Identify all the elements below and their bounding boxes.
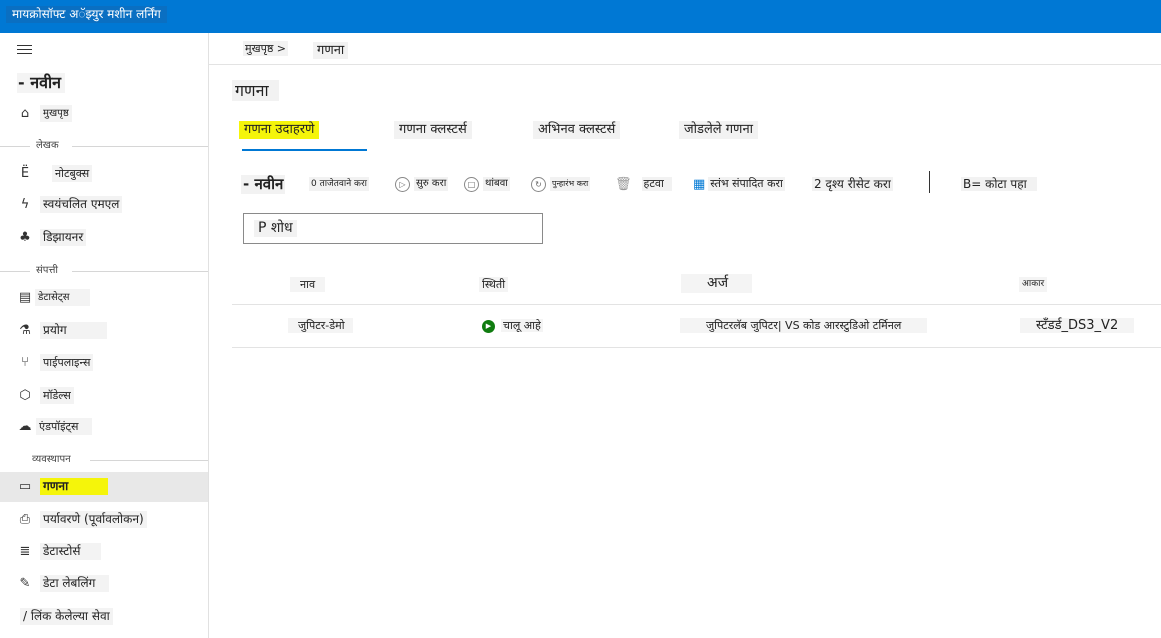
- running-status-icon: ▶: [482, 319, 495, 333]
- sidebar-item-label: मुखपृष्ठ: [40, 105, 72, 122]
- start-button[interactable]: ▷ सुरु करा: [395, 174, 449, 194]
- sidebar-item-label: स्वयंचलित एमएल: [40, 196, 123, 213]
- column-header-size[interactable]: आकार: [1019, 277, 1048, 292]
- trash-icon: 🗑: [615, 176, 632, 192]
- edit-columns-button[interactable]: ▦ स्तंभ संपादित करा: [693, 174, 785, 194]
- environment-icon: ⎙: [19, 512, 31, 527]
- new-button[interactable]: - नवीन: [17, 73, 66, 93]
- sidebar-item-label: मॉडेल्स: [40, 387, 74, 404]
- delete-button[interactable]: 🗑 हटवा: [615, 174, 672, 194]
- sidebar-item-label: / लिंक केलेल्या सेवा: [20, 608, 113, 625]
- pipeline-icon: ⑂: [21, 355, 29, 370]
- restart-icon: ↻: [531, 176, 546, 192]
- computer-icon: ▭: [18, 479, 32, 494]
- search-input[interactable]: P शोध: [243, 213, 543, 244]
- flask-icon: ⚗: [19, 323, 31, 338]
- cell-applications[interactable]: जुपिटरलॅब जुपिटर| VS कोड आरस्टुडिओ टर्मि…: [680, 318, 928, 333]
- tab-compute-instances[interactable]: गणना उदाहरणे: [239, 121, 320, 139]
- cell-name[interactable]: जुपिटर-डेमो: [288, 318, 353, 333]
- sidebar-item-compute[interactable]: ▭ गणना: [0, 472, 208, 502]
- breadcrumb: मुखपृष्ठ > गणना: [209, 33, 1161, 65]
- breadcrumb-current: गणना: [313, 42, 349, 59]
- column-header-applications[interactable]: अर्ज: [681, 274, 753, 293]
- sidebar-item-environments[interactable]: ⎙ पर्यावरणे (पूर्वावलोकन): [0, 505, 208, 535]
- app-title[interactable]: मायक्रोसॉफ्ट अॅझ्युर मशीन लर्निंग: [6, 6, 167, 23]
- hamburger-menu-icon[interactable]: [17, 45, 32, 55]
- column-header-name[interactable]: नाव: [290, 277, 326, 292]
- sidebar-item-label: प्रयोग: [40, 322, 107, 339]
- endpoint-icon: ☁: [18, 419, 32, 434]
- sidebar-item-label: डेटा लेबलिंग: [40, 575, 110, 592]
- app-header: मायक्रोसॉफ्ट अॅझ्युर मशीन लर्निंग: [0, 0, 1161, 33]
- sidebar-item-label: पर्यावरणे (पूर्वावलोकन): [40, 511, 147, 528]
- restart-button[interactable]: ↻ पुन्हारंभ करा: [531, 174, 591, 194]
- sidebar-item-label: डिझायनर: [40, 229, 87, 246]
- page-title: गणना: [232, 80, 279, 101]
- sidebar-item-experiments[interactable]: ⚗ प्रयोग: [0, 316, 208, 346]
- sidebar-item-notebooks[interactable]: Ë नोटबुक्स: [0, 159, 208, 189]
- sidebar-item-label: नोटबुक्स: [52, 165, 93, 182]
- stop-icon: □: [464, 176, 479, 192]
- lightning-icon: ϟ: [20, 197, 30, 212]
- sidebar-item-endpoints[interactable]: ☁ एंडपॉइंट्स: [0, 412, 208, 442]
- toolbar-divider: [929, 171, 930, 193]
- view-quota-button[interactable]: B= कोटा पहा: [961, 174, 1037, 194]
- section-label: संपत्ती: [36, 265, 58, 276]
- sidebar: - नवीन ⌂ मुखपृष्ठ लेखक Ë नोटबुक्स ϟ स्वय…: [0, 33, 209, 638]
- sidebar-item-datastores[interactable]: ≣ डेटास्टोर्स: [0, 537, 208, 567]
- sidebar-item-label: डेटासेट्स: [35, 289, 90, 306]
- section-manage: व्यवस्थापन: [0, 453, 208, 467]
- sidebar-item-home[interactable]: ⌂ मुखपृष्ठ: [0, 99, 208, 129]
- dataset-icon: ▤: [18, 290, 32, 305]
- section-label: व्यवस्थापन: [32, 454, 71, 465]
- sidebar-item-data-labeling[interactable]: ✎ डेटा लेबलिंग: [0, 569, 208, 599]
- table-header: नाव स्थिती अर्ज आकार: [232, 269, 1161, 305]
- notebook-icon: Ë: [20, 166, 30, 181]
- sidebar-item-label: गणना: [40, 478, 109, 495]
- cell-size: स्टँडर्ड_DS3_V2: [1020, 318, 1135, 333]
- section-author: लेखक: [0, 139, 208, 153]
- main-content: मुखपृष्ठ > गणना गणना गणना उदाहरणे गणना क…: [209, 33, 1161, 638]
- edit-icon: ✎: [19, 576, 31, 591]
- section-assets: संपत्ती: [0, 264, 208, 278]
- new-compute-button[interactable]: - नवीन: [241, 174, 286, 194]
- sidebar-item-models[interactable]: ⬡ मॉडेल्स: [0, 381, 208, 411]
- designer-icon: ♣: [19, 230, 31, 245]
- reset-view-button[interactable]: 2 दृश्य रीसेट करा: [812, 174, 893, 194]
- section-label: लेखक: [36, 140, 59, 151]
- sidebar-item-label: पाईपलाइन्स: [40, 354, 94, 371]
- tab-compute-clusters[interactable]: गणना क्लस्टर्स: [394, 121, 472, 139]
- sidebar-item-label: डेटास्टोर्स: [40, 543, 101, 560]
- refresh-button[interactable]: 0 ताजेतवाने करा: [309, 174, 369, 194]
- column-header-status[interactable]: स्थिती: [479, 277, 509, 292]
- tab-inference-clusters[interactable]: अभिनव क्लस्टर्स: [533, 121, 621, 139]
- home-icon: ⌂: [20, 106, 30, 121]
- search-placeholder: P शोध: [254, 220, 297, 237]
- sidebar-item-pipelines[interactable]: ⑂ पाईपलाइन्स: [0, 348, 208, 378]
- sidebar-item-designer[interactable]: ♣ डिझायनर: [0, 223, 208, 253]
- play-icon: ▷: [395, 176, 410, 192]
- breadcrumb-home[interactable]: मुखपृष्ठ >: [243, 41, 289, 56]
- cell-status: ▶ चालू आहे: [482, 318, 543, 333]
- grid-icon: ▦: [693, 176, 706, 192]
- table-row[interactable]: जुपिटर-डेमो ▶ चालू आहे जुपिटरलॅब जुपिटर| …: [232, 305, 1161, 348]
- sidebar-item-label: एंडपॉइंट्स: [36, 418, 93, 435]
- cube-icon: ⬡: [19, 388, 31, 403]
- sidebar-item-datasets[interactable]: ▤ डेटासेट्स: [0, 283, 208, 313]
- tab-attached-compute[interactable]: जोडलेले गणना: [679, 121, 759, 139]
- stop-button[interactable]: □ थांबवा: [464, 174, 510, 194]
- active-tab-indicator: [242, 149, 367, 151]
- sidebar-item-linked-services[interactable]: / लिंक केलेल्या सेवा: [0, 602, 208, 632]
- sidebar-item-automl[interactable]: ϟ स्वयंचलित एमएल: [0, 190, 208, 220]
- database-icon: ≣: [19, 544, 31, 559]
